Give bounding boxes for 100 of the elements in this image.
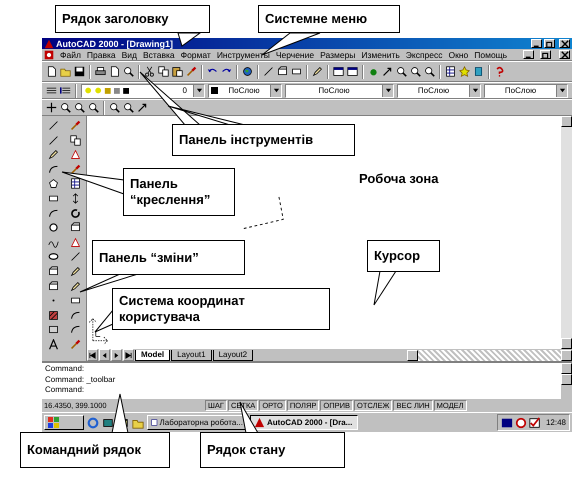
restore-button[interactable] [540,50,551,59]
triangle-icon[interactable] [70,236,80,248]
window-icon[interactable] [347,66,358,77]
menu-item[interactable]: Окно [448,50,468,60]
checkmark-icon[interactable] [528,416,541,428]
paste-icon[interactable] [172,66,183,77]
table-icon[interactable] [70,178,80,190]
line-icon[interactable] [263,66,274,77]
arc-icon[interactable] [48,164,58,175]
copy-icon[interactable] [158,66,169,77]
start-button[interactable] [44,415,84,430]
layers-icon[interactable] [60,85,71,96]
vertical-scrollbar[interactable] [561,363,572,399]
hatch-icon[interactable] [48,310,58,321]
minimize-button[interactable] [531,39,542,48]
zoom-icon[interactable] [123,66,134,77]
table-icon[interactable] [445,66,456,77]
close-button[interactable] [559,50,570,59]
pan-icon[interactable] [46,102,57,113]
property-dropdown[interactable]: ПоСлою [484,84,568,98]
text-icon[interactable] [48,338,58,350]
menu-item[interactable]: Вставка [143,50,175,60]
cut-icon[interactable] [144,66,155,77]
property-dropdown[interactable]: ПоСлою [397,84,481,98]
property-dropdown[interactable]: ПоСлою [208,84,282,98]
block-icon[interactable] [48,266,58,277]
printer-icon[interactable] [95,66,106,77]
menu-item[interactable]: Изменить [361,50,400,60]
zoom-icon[interactable] [123,102,134,113]
horizontal-scrollbar[interactable] [407,350,572,360]
arc-icon[interactable] [70,324,80,336]
pencil-icon[interactable] [312,66,323,77]
polygon-icon[interactable] [48,178,58,190]
zoom-icon[interactable] [109,102,120,113]
layers-icon[interactable] [46,85,57,96]
window-icon[interactable] [333,66,344,77]
zoom-icon[interactable] [396,66,407,77]
taskbar-button[interactable]: Лабораторна робота... [147,415,247,430]
document-menu-icon[interactable] [44,50,54,60]
layer-dropdown[interactable]: 0 [81,84,205,98]
first-tab-button[interactable] [87,349,98,361]
menu-item[interactable]: Вид [122,50,138,60]
menu-item[interactable]: Файл [60,50,81,60]
document-icon[interactable] [46,66,57,77]
database-icon[interactable] [473,66,484,77]
help-icon[interactable] [494,66,505,77]
rotate-icon[interactable] [70,208,80,219]
menu-item[interactable]: Правка [86,50,116,60]
zoom-icon[interactable] [74,102,85,113]
zoom-icon[interactable] [60,102,71,113]
menu-item[interactable]: Помощь [474,50,508,60]
copy-icon[interactable] [70,134,80,146]
vertical-scrollbar[interactable] [561,116,572,349]
zoom-icon[interactable] [410,66,421,77]
arc-icon[interactable] [48,208,58,219]
menu-item[interactable]: Инструменты [216,50,270,60]
save-icon[interactable] [74,66,85,77]
menu-item[interactable]: Черчение [276,50,314,60]
star-icon[interactable] [459,66,470,77]
line-icon[interactable] [48,134,58,146]
layout-tab[interactable]: Model [135,350,170,360]
line-icon[interactable] [48,120,58,131]
arrow-icon[interactable] [382,66,393,77]
brush-icon[interactable] [70,164,80,175]
circle-icon[interactable] [48,222,58,234]
layout-tab[interactable]: Layout2 [212,350,254,360]
callout-label: Курсор [374,248,420,264]
minimize-button[interactable] [523,50,534,59]
document-icon[interactable] [109,66,120,77]
last-tab-button[interactable] [123,349,134,361]
menu-item[interactable]: Размеры [320,50,356,60]
globe-icon[interactable] [242,66,253,77]
zoom-icon[interactable] [88,102,99,113]
desktop-icon[interactable] [102,416,114,428]
next-tab-button[interactable] [111,349,122,361]
zoom-icon[interactable] [424,66,435,77]
pencil-icon[interactable] [70,266,80,277]
pencil-icon[interactable] [48,149,58,160]
line-icon[interactable] [70,251,80,262]
rectangle-icon[interactable] [291,66,302,77]
arc-icon[interactable] [70,310,80,321]
taskbar-button[interactable]: AutoCAD 2000 - [Dra... [250,415,358,430]
rectangle-icon[interactable] [70,295,80,306]
keyboard-layout-icon[interactable] [500,416,513,428]
block-icon[interactable] [70,222,80,234]
property-dropdown[interactable]: ПоСлою [285,84,394,98]
block-icon[interactable] [48,280,58,292]
menu-item[interactable]: Формат [180,50,211,60]
layout-tab[interactable]: Layout1 [171,350,212,360]
previous-tab-button[interactable] [99,349,110,361]
menu-item[interactable]: Экспресс [406,50,442,60]
network-icon[interactable] [514,416,527,428]
block-icon[interactable] [277,66,288,77]
triangle-icon[interactable] [70,149,80,160]
region-icon[interactable] [48,324,58,336]
folder-icon[interactable] [60,66,71,77]
restore-button[interactable] [544,39,555,48]
arrow-icon[interactable] [137,102,148,113]
ellipse-icon[interactable] [48,251,58,262]
close-button[interactable] [559,39,570,48]
